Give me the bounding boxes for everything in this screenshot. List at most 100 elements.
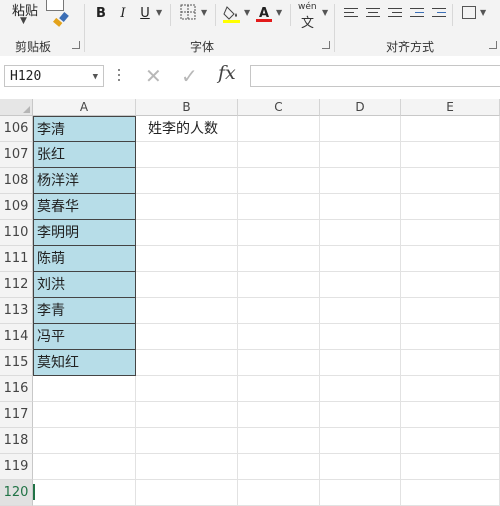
cell-b112[interactable] [136,272,238,298]
cell-c107[interactable] [238,142,320,168]
paste-dropdown-icon[interactable]: ▼ [20,16,27,26]
cell-e120[interactable] [401,480,500,506]
cell-d110[interactable] [320,220,401,246]
cell-c108[interactable] [238,168,320,194]
cell-a119[interactable] [33,454,136,480]
column-header-d[interactable]: D [320,99,401,116]
cell-c114[interactable] [238,324,320,350]
cell-d111[interactable] [320,246,401,272]
cell-b119[interactable] [136,454,238,480]
cell-d120[interactable] [320,480,401,506]
cell-e115[interactable] [401,350,500,376]
cell-c110[interactable] [238,220,320,246]
cell-d116[interactable] [320,376,401,402]
merge-dropdown-icon[interactable]: ▼ [480,8,486,17]
cell-b115[interactable] [136,350,238,376]
row-header[interactable]: 119 [0,454,33,480]
cell-a112[interactable]: 刘洪 [33,272,136,298]
cell-b118[interactable] [136,428,238,454]
cell-b120[interactable] [136,480,238,506]
cell-c117[interactable] [238,402,320,428]
cell-d114[interactable] [320,324,401,350]
cell-e116[interactable] [401,376,500,402]
phonetic-dropdown-icon[interactable]: ▼ [322,8,328,17]
cell-e112[interactable] [401,272,500,298]
cell-b116[interactable] [136,376,238,402]
cell-b110[interactable] [136,220,238,246]
cell-b111[interactable] [136,246,238,272]
row-header[interactable]: 118 [0,428,33,454]
cell-c116[interactable] [238,376,320,402]
cell-d108[interactable] [320,168,401,194]
row-header[interactable]: 107 [0,142,33,168]
cell-c106[interactable] [238,116,320,142]
border-dropdown-icon[interactable]: ▼ [201,8,207,17]
cell-a116[interactable] [33,376,136,402]
row-header[interactable]: 114 [0,324,33,350]
cell-a114[interactable]: 冯平 [33,324,136,350]
decrease-indent-icon[interactable] [410,8,424,20]
merge-center-icon[interactable] [462,6,476,19]
column-header-e[interactable]: E [401,99,500,116]
insert-function-button[interactable]: fx [218,62,236,84]
cell-c118[interactable] [238,428,320,454]
cell-a115[interactable]: 莫知红 [33,350,136,376]
cell-e108[interactable] [401,168,500,194]
align-middle-icon[interactable] [366,8,380,20]
name-box[interactable]: H120 ▼ [4,65,104,87]
cell-e119[interactable] [401,454,500,480]
underline-button[interactable]: U [138,4,152,24]
row-header[interactable]: 109 [0,194,33,220]
formula-input[interactable] [250,65,500,87]
row-header[interactable]: 120 [0,480,33,506]
cell-e111[interactable] [401,246,500,272]
cell-a117[interactable] [33,402,136,428]
row-header[interactable]: 115 [0,350,33,376]
underline-dropdown-icon[interactable]: ▼ [156,8,162,17]
align-bottom-icon[interactable] [388,8,402,20]
cell-a118[interactable] [33,428,136,454]
cell-d117[interactable] [320,402,401,428]
cell-d109[interactable] [320,194,401,220]
cell-e117[interactable] [401,402,500,428]
column-header-b[interactable]: B [136,99,238,116]
cell-e106[interactable] [401,116,500,142]
cell-d112[interactable] [320,272,401,298]
cell-a120[interactable] [33,480,136,506]
cell-a111[interactable]: 陈萌 [33,246,136,272]
cell-b117[interactable] [136,402,238,428]
cell-c115[interactable] [238,350,320,376]
cell-e113[interactable] [401,298,500,324]
cell-b109[interactable] [136,194,238,220]
row-header[interactable]: 108 [0,168,33,194]
clipboard-launcher-icon[interactable] [72,41,80,49]
cell-b108[interactable] [136,168,238,194]
cell-e109[interactable] [401,194,500,220]
phonetic-guide-button[interactable]: wén 文 [298,2,317,31]
row-header[interactable]: 112 [0,272,33,298]
cell-c119[interactable] [238,454,320,480]
column-header-a[interactable]: A [33,99,136,116]
cell-a113[interactable]: 李青 [33,298,136,324]
row-header[interactable]: 117 [0,402,33,428]
cell-d118[interactable] [320,428,401,454]
cell-c120[interactable] [238,480,320,506]
cell-e110[interactable] [401,220,500,246]
column-header-c[interactable]: C [238,99,320,116]
cell-d106[interactable] [320,116,401,142]
font-launcher-icon[interactable] [322,41,330,49]
copy-icon[interactable] [46,0,64,11]
name-box-dropdown-icon[interactable]: ▼ [93,66,98,88]
cell-e114[interactable] [401,324,500,350]
format-painter-icon[interactable] [52,12,70,32]
italic-button[interactable]: I [116,4,130,24]
cell-c113[interactable] [238,298,320,324]
cell-d119[interactable] [320,454,401,480]
row-header[interactable]: 110 [0,220,33,246]
fill-color-button[interactable] [222,4,242,24]
cell-e118[interactable] [401,428,500,454]
cell-c112[interactable] [238,272,320,298]
enter-icon[interactable]: ✓ [181,64,198,88]
row-header[interactable]: 106 [0,116,33,142]
increase-indent-icon[interactable] [432,8,446,20]
